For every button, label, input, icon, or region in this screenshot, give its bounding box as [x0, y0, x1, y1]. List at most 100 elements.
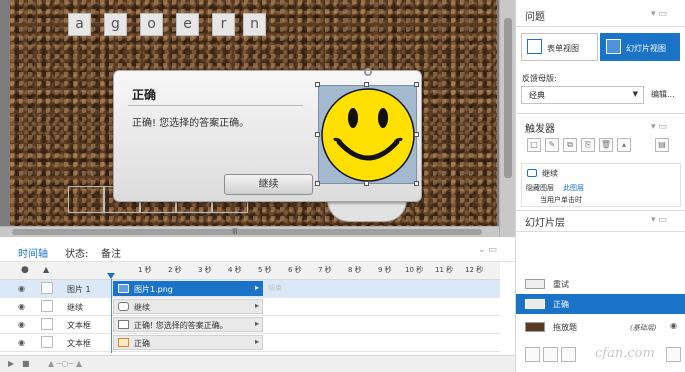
right-panel: 问题 ▾ ▭ 表单视图 幻灯片视图 反馈母版: 经典 ▼ 编辑... 触发器 ▾… — [515, 0, 685, 372]
letter-tile[interactable]: a — [68, 13, 91, 36]
resize-handle[interactable] — [315, 82, 320, 87]
bar-arrow-icon: ▸ — [254, 283, 259, 292]
layer-name: 重试 — [553, 280, 569, 289]
ruler-tick: 10 秒 — [405, 266, 424, 274]
play-icon[interactable]: ▶ — [8, 359, 14, 368]
resize-handle[interactable] — [414, 181, 419, 186]
dialog-message: 正确! 您选择的答案正确。 — [132, 118, 250, 129]
resize-handle[interactable] — [315, 132, 320, 137]
edit-trigger-icon[interactable]: ✎ — [545, 138, 559, 152]
rotate-handle[interactable] — [364, 68, 372, 76]
tab-notes[interactable]: 备注 — [101, 245, 121, 260]
title-icon — [118, 338, 129, 347]
layer-properties-icon[interactable] — [666, 347, 681, 362]
new-layer-icon[interactable] — [525, 347, 540, 362]
layer-thumbnail — [525, 299, 545, 309]
ruler-tick: 12 秒 — [465, 266, 484, 274]
layer-item-base[interactable]: 拖放题 (基础层) ◉ — [516, 317, 685, 337]
tab-timeline[interactable]: 时间轴 — [18, 245, 48, 260]
panel-window-icons[interactable]: ▾ ▭ — [651, 122, 667, 132]
timeline-ruler[interactable]: ● ▲ 1 秒 2 秒 3 秒 4 秒 5 秒 6 秒 7 秒 8 秒 9 秒 … — [0, 262, 500, 280]
lock-header-icon: ▲ — [43, 265, 50, 274]
ruler-tick: 2 秒 — [168, 266, 182, 274]
resize-handle[interactable] — [364, 82, 369, 87]
slide-view-label: 幻灯片视图 — [626, 44, 666, 53]
timeline-bar[interactable]: 继续 ▸ — [113, 299, 263, 314]
lock-toggle[interactable] — [41, 282, 53, 294]
panel-window-icons[interactable]: ▾ ▭ — [651, 9, 667, 19]
trigger-settings-icon[interactable]: ▤ — [655, 138, 669, 152]
divider — [516, 231, 685, 232]
visibility-eye-icon[interactable]: ◉ — [18, 320, 28, 329]
ruler-tick: 11 秒 — [435, 266, 454, 274]
resize-handle[interactable] — [364, 181, 369, 186]
layer-thumbnail — [525, 279, 545, 289]
letter-tile[interactable]: e — [176, 13, 199, 36]
visibility-eye-icon[interactable]: ◉ — [18, 302, 28, 311]
question-section-title: 问题 — [525, 12, 545, 23]
zoom-slider-icon[interactable]: ▲ ─○─ ▲ — [48, 359, 82, 368]
watermark: cfan.com — [595, 346, 655, 361]
new-trigger-icon[interactable]: □ — [527, 138, 541, 152]
slide-view-icon — [606, 39, 621, 54]
bar-arrow-icon: ▸ — [254, 301, 259, 310]
move-up-icon[interactable]: ▴ — [617, 138, 631, 152]
feedback-master-select[interactable]: 经典 ▼ — [521, 86, 644, 104]
lock-toggle[interactable] — [41, 336, 53, 348]
resize-handle[interactable] — [414, 132, 419, 137]
row-name: 继续 — [67, 303, 83, 312]
layer-item-correct[interactable]: 正确 — [516, 294, 685, 314]
row-name: 图片 1 — [67, 285, 91, 294]
row-name: 文本框 — [67, 321, 91, 330]
timeline-bar[interactable]: 正确 ▸ — [113, 335, 263, 350]
trigger-list[interactable]: 继续 隐藏图层 此图层 当用户单击时 — [521, 163, 681, 207]
stop-icon[interactable]: ■ — [22, 359, 30, 368]
slide-view-button[interactable]: 幻灯片视图 — [600, 33, 680, 61]
paste-trigger-icon[interactable]: ⎘ — [581, 138, 595, 152]
timeline-bar[interactable]: 图片1.png ▸ — [113, 281, 263, 296]
delete-trigger-icon[interactable]: 🗑 — [599, 138, 613, 152]
letter-tile[interactable]: o — [140, 13, 163, 36]
dialog-foot-decoration — [327, 200, 407, 222]
timeline-row-continue[interactable]: ◉ 继续 继续 ▸ — [0, 298, 500, 316]
visibility-eye-icon[interactable]: ◉ — [18, 284, 28, 293]
timeline-row-textbox[interactable]: ◉ 文本框 正确! 您选择的答案正确。 ▸ — [0, 316, 500, 334]
bar-label: 图片1.png — [134, 285, 173, 294]
delete-layer-icon[interactable] — [561, 347, 576, 362]
timeline-bar[interactable]: 正确! 您选择的答案正确。 ▸ — [113, 317, 263, 332]
timeline-window-icons[interactable]: ⌄ ▭ — [478, 245, 497, 255]
timeline-row-textbox[interactable]: ◉ 文本框 正确 ▸ — [0, 334, 500, 352]
panel-window-icons[interactable]: ▾ ▭ — [651, 215, 667, 225]
copy-trigger-icon[interactable]: ⧉ — [563, 138, 577, 152]
duplicate-layer-icon[interactable] — [543, 347, 558, 362]
layer-item-retry[interactable]: 重试 — [516, 274, 685, 294]
ruler-tick: 1 秒 — [138, 266, 152, 274]
stage-horizontal-scrollbar[interactable]: Ⅲ — [0, 226, 499, 237]
form-view-button[interactable]: 表单视图 — [521, 33, 598, 61]
letter-tile[interactable]: g — [104, 13, 127, 36]
lock-toggle[interactable] — [41, 300, 53, 312]
smiley-image-selection[interactable] — [318, 85, 417, 184]
ruler-tick: 3 秒 — [198, 266, 212, 274]
form-view-icon — [527, 39, 542, 54]
lock-toggle[interactable] — [41, 318, 53, 330]
letter-tile[interactable]: r — [212, 13, 235, 36]
timeline-bottom-bar: ▶ ■ ▲ ─○─ ▲ — [0, 355, 515, 372]
continue-button[interactable]: 继续 — [224, 174, 313, 195]
ruler-tick: 7 秒 — [318, 266, 332, 274]
tab-states[interactable]: 状态: — [65, 245, 88, 260]
timeline-row-image[interactable]: ◉ 图片 1 图片1.png ▸ 结束 — [0, 280, 500, 298]
bar-label: 继续 — [134, 303, 150, 312]
stage-vertical-scrollbar[interactable] — [499, 0, 515, 237]
edit-master-link[interactable]: 编辑... — [651, 89, 675, 100]
drop-slot[interactable] — [68, 186, 104, 213]
visibility-header-icon: ● — [21, 265, 29, 275]
trigger-condition: 当用户单击时 — [540, 196, 582, 204]
resize-handle[interactable] — [315, 181, 320, 186]
triggers-section-title: 触发器 — [525, 124, 555, 135]
resize-handle[interactable] — [414, 82, 419, 87]
letter-tile[interactable]: n — [243, 13, 266, 36]
trigger-target-link[interactable]: 此图层 — [563, 183, 584, 193]
visibility-eye-icon[interactable]: ◉ — [670, 321, 677, 330]
visibility-eye-icon[interactable]: ◉ — [18, 338, 28, 347]
